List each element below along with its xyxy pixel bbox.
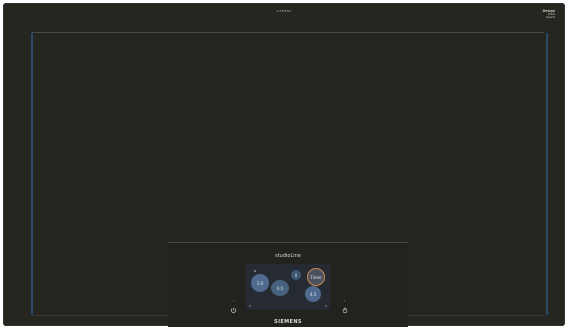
top-brand-text: SIEMENS: [276, 9, 292, 13]
timer-button[interactable]: Timer: [307, 268, 325, 286]
screen-footer-left[interactable]: P: [249, 304, 251, 308]
zone-5-button[interactable]: 4.5: [305, 286, 321, 302]
control-panel: studioLine ‹ › 2.0 6.5 0 Timer 4.5 P 4 S…: [168, 242, 408, 327]
panel-title: studioLine: [275, 253, 301, 259]
cooktop-surface: SIEMENS Design Preis Award studioLine ‹ …: [3, 3, 565, 327]
screen-indicator-dot: [254, 270, 256, 272]
left-zone-indicator: [31, 33, 33, 315]
lock-icon[interactable]: [342, 307, 348, 313]
right-arrow-icon[interactable]: ›: [344, 298, 346, 303]
zone-2-button[interactable]: 6.5: [271, 280, 289, 296]
cooktop-top-edge: [32, 32, 544, 33]
zone-1-button[interactable]: 2.0: [251, 274, 269, 292]
left-arrow-icon[interactable]: ‹: [233, 298, 235, 303]
screen-footer-right[interactable]: 4: [325, 304, 327, 308]
screen-footer: P 4: [249, 304, 327, 308]
design-award-badge: Design Preis Award: [539, 9, 555, 19]
touch-display[interactable]: 2.0 6.5 0 Timer 4.5 P 4: [246, 264, 330, 310]
zone-3-button[interactable]: 0: [291, 270, 301, 280]
right-zone-indicator: [546, 33, 548, 315]
badge-line-3: Award: [545, 15, 555, 19]
brand-logo-text: SIEMENS: [274, 319, 302, 325]
power-icon[interactable]: [230, 307, 237, 314]
